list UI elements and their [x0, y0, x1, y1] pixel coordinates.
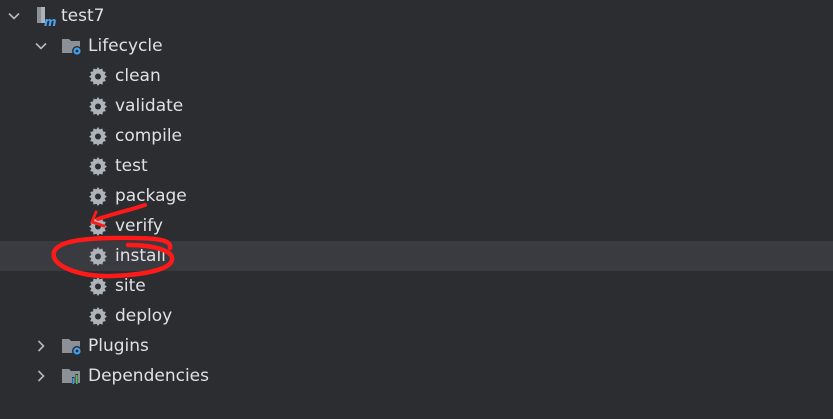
- lifecycle-goal-validate[interactable]: validate: [0, 91, 833, 121]
- folder-gear-icon: [61, 335, 83, 357]
- goal-label: verify: [115, 216, 163, 236]
- gear-icon: [87, 185, 109, 207]
- goal-label: test: [115, 156, 148, 176]
- tree-node-label: test7: [61, 6, 105, 26]
- chevron-down-icon[interactable]: [6, 8, 22, 24]
- folder-chart-icon: [61, 365, 83, 387]
- folder-gear-icon: [61, 35, 83, 57]
- maven-module-icon: m: [35, 5, 57, 27]
- chevron-right-icon[interactable]: [33, 368, 49, 384]
- goal-label: package: [115, 186, 187, 206]
- goal-label: compile: [115, 126, 183, 146]
- goal-label: clean: [115, 66, 161, 86]
- goal-label: site: [115, 276, 146, 296]
- gear-icon: [87, 215, 109, 237]
- lifecycle-goal-package[interactable]: package: [0, 181, 833, 211]
- lifecycle-goal-compile[interactable]: compile: [0, 121, 833, 151]
- gear-icon: [87, 305, 109, 327]
- lifecycle-goal-test[interactable]: test: [0, 151, 833, 181]
- svg-text:m: m: [44, 15, 57, 27]
- chevron-right-icon[interactable]: [33, 338, 49, 354]
- gear-icon: [87, 65, 109, 87]
- gear-icon: [87, 125, 109, 147]
- goal-label: install: [115, 246, 166, 266]
- goal-label: deploy: [115, 306, 173, 326]
- lifecycle-goal-site[interactable]: site: [0, 271, 833, 301]
- tree-node-label: Lifecycle: [88, 36, 163, 56]
- lifecycle-goal-install[interactable]: install: [0, 241, 833, 271]
- lifecycle-goal-clean[interactable]: clean: [0, 61, 833, 91]
- tree-node-test7[interactable]: m test7: [0, 1, 833, 31]
- tree-node-dependencies[interactable]: Dependencies: [0, 361, 833, 391]
- gear-icon: [87, 275, 109, 297]
- lifecycle-goal-verify[interactable]: verify: [0, 211, 833, 241]
- gear-icon: [87, 245, 109, 267]
- tree-node-label: Plugins: [88, 336, 149, 356]
- tree-node-label: Dependencies: [88, 366, 209, 386]
- lifecycle-goal-deploy[interactable]: deploy: [0, 301, 833, 331]
- goal-label: validate: [115, 96, 184, 116]
- gear-icon: [87, 95, 109, 117]
- tree-node-plugins[interactable]: Plugins: [0, 331, 833, 361]
- maven-tree: m test7 Lifecycle clean validate compile…: [0, 0, 833, 419]
- chevron-down-icon[interactable]: [33, 38, 49, 54]
- gear-icon: [87, 155, 109, 177]
- tree-node-lifecycle[interactable]: Lifecycle: [0, 31, 833, 61]
